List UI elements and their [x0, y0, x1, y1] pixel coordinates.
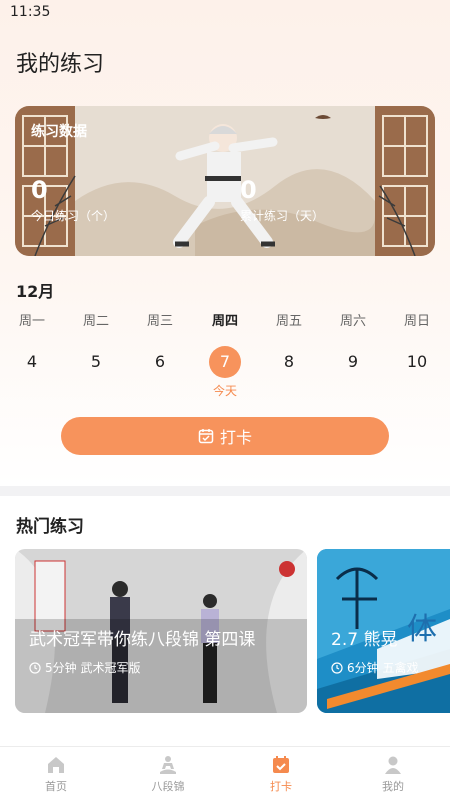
calendar-day[interactable]: 周一 4: [0, 312, 64, 378]
tab-label: 八段锦: [151, 780, 185, 793]
clock-icon: [29, 661, 41, 674]
hot-practice-title: 热门练习: [16, 517, 84, 537]
calendar-day-today[interactable]: 周四 7 今天: [193, 312, 257, 399]
status-time: 11:35: [10, 4, 51, 20]
poster-glyph: 体: [407, 612, 437, 647]
date-number: 8: [283, 352, 295, 371]
calendar-check-icon: [198, 429, 214, 444]
date-number-today: 7: [209, 346, 241, 378]
weekday-label: 周三: [146, 314, 173, 329]
calendar-check-icon: [273, 756, 289, 773]
tab-label: 打卡: [270, 780, 292, 793]
calendar-month: 12月: [16, 282, 55, 301]
date-number: 9: [347, 352, 359, 371]
hot-practice-section: 热门练习 武术冠军带你练八段锦 第四课 5分钟 武术冠军版 体 2.7 熊晃 6…: [0, 496, 450, 746]
stats-title: 练习数据: [31, 124, 87, 140]
home-icon: [48, 757, 64, 773]
weekday-label: 周一: [18, 314, 45, 329]
practice-card[interactable]: 武术冠军带你练八段锦 第四课 5分钟 武术冠军版: [15, 549, 307, 713]
date-number: 5: [90, 352, 102, 371]
calendar-day[interactable]: 周五 8: [257, 312, 321, 378]
practice-card[interactable]: 体 2.7 熊晃 6分钟 五禽戏: [317, 549, 450, 713]
today-count-label: 今日练习（个）: [31, 209, 116, 223]
meditation-icon: [160, 756, 176, 774]
practice-card-meta: 5分钟 武术冠军版: [29, 659, 140, 676]
total-days: 0: [240, 176, 257, 204]
total-days-label: 累计练习（天）: [240, 209, 325, 223]
calendar-day[interactable]: 周六 9: [321, 312, 385, 378]
bottom-tab-bar: 首页 八段锦 打卡 我的: [0, 746, 450, 801]
practice-card-title: 2.7 熊晃: [331, 630, 398, 650]
weekday-label: 周六: [339, 314, 366, 329]
weekday-label: 周二: [82, 314, 109, 329]
tab-checkin[interactable]: 打卡: [236, 747, 326, 801]
calendar-day[interactable]: 周日 10: [385, 312, 449, 378]
practice-card-meta-text: 5分钟 武术冠军版: [45, 661, 141, 675]
date-number: 6: [154, 352, 166, 371]
checkin-label: 打卡: [219, 430, 252, 447]
today-label: 今天: [212, 384, 237, 398]
user-icon: [385, 756, 401, 774]
page-title: 我的练习: [16, 52, 105, 77]
calendar-day[interactable]: 周二 5: [64, 312, 128, 378]
calendar-day[interactable]: 周三 6: [128, 312, 192, 378]
tab-baduanjin[interactable]: 八段锦: [123, 747, 213, 801]
weekday-label: 周五: [275, 314, 302, 329]
clock-icon: [331, 661, 343, 674]
tab-home[interactable]: 首页: [11, 747, 101, 801]
checkin-button[interactable]: 打卡: [61, 417, 389, 455]
tab-label: 首页: [45, 780, 67, 793]
date-number: 10: [406, 352, 428, 371]
practice-stats-banner: 练习数据 0 今日练习（个） 0 累计练习（天）: [15, 106, 435, 256]
today-count: 0: [31, 176, 48, 204]
tab-label: 我的: [382, 780, 404, 793]
weekday-label: 周日: [403, 314, 430, 329]
practice-card-meta-text: 6分钟 五禽戏: [347, 661, 419, 675]
date-number: 4: [26, 352, 38, 371]
tab-profile[interactable]: 我的: [348, 747, 438, 801]
practice-card-meta: 6分钟 五禽戏: [331, 659, 418, 676]
practice-card-title: 武术冠军带你练八段锦 第四课: [29, 630, 256, 650]
weekday-label: 周四: [211, 314, 238, 329]
